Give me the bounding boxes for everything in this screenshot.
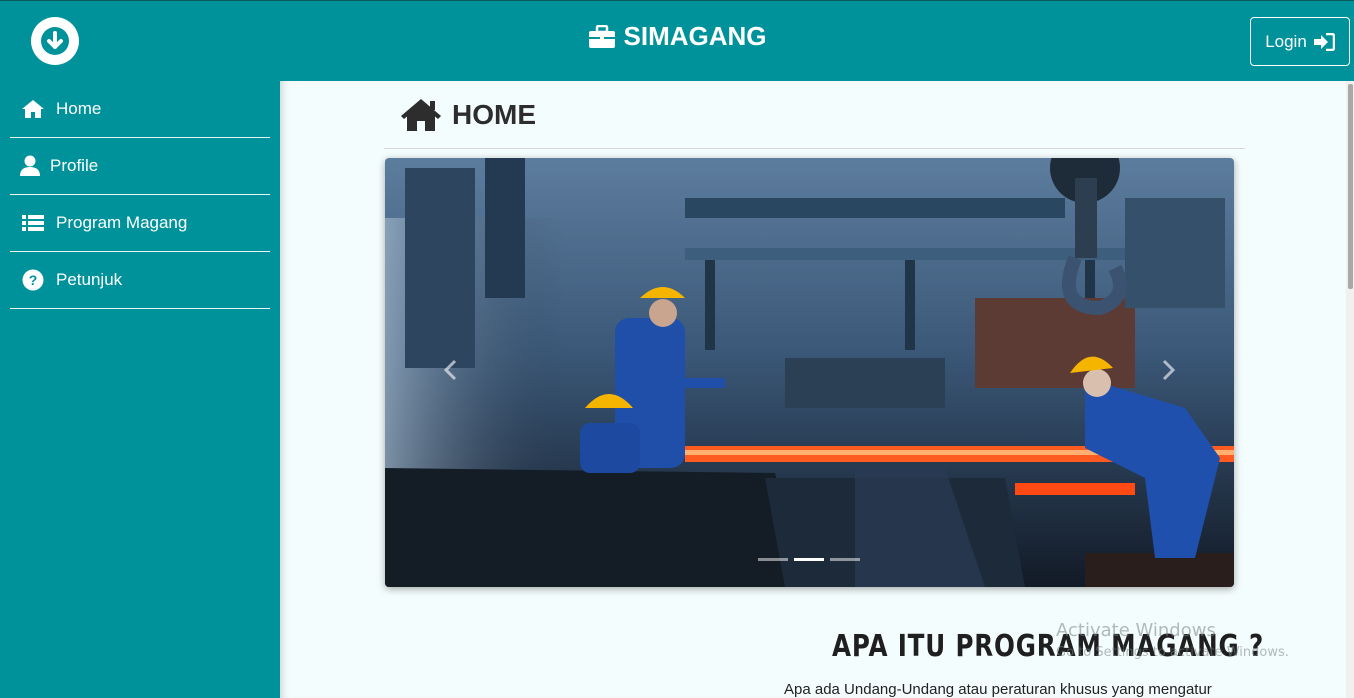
carousel-indicator-3[interactable] xyxy=(830,558,860,561)
home-icon xyxy=(14,99,52,119)
sign-in-icon xyxy=(1313,32,1335,51)
list-icon xyxy=(14,214,52,232)
sidebar-item-petunjuk[interactable]: ? Petunjuk xyxy=(10,252,270,309)
main-content: HOME APA ITU PROGRAM MAGANG ? Apa ada Un… xyxy=(280,81,1346,698)
carousel-slide-image xyxy=(385,158,1234,587)
sidebar-item-home[interactable]: Home xyxy=(10,81,270,138)
carousel-indicator-2[interactable] xyxy=(794,558,824,561)
sidebar-item-program-magang[interactable]: Program Magang xyxy=(10,195,270,252)
image-carousel[interactable] xyxy=(385,158,1234,587)
sidebar: Home Profile Program Magang ? Petunjuk xyxy=(0,81,280,698)
watermark-line1: Activate Windows xyxy=(1056,620,1216,641)
brand-name: SIMAGANG xyxy=(623,21,767,51)
top-navbar: SIMAGANG Login xyxy=(0,0,1354,81)
chevron-left-icon xyxy=(443,359,457,381)
carousel-prev-button[interactable] xyxy=(435,355,465,385)
section-text: Apa ada Undang-Undang atau peraturan khu… xyxy=(784,681,1212,698)
sidebar-item-profile[interactable]: Profile xyxy=(10,138,270,195)
scrollbar-thumb[interactable] xyxy=(1348,84,1353,289)
user-icon xyxy=(14,155,46,177)
app-brand[interactable]: SIMAGANG xyxy=(0,21,1354,52)
carousel-next-button[interactable] xyxy=(1154,355,1184,385)
question-circle-icon: ? xyxy=(14,269,52,291)
briefcase-icon xyxy=(588,24,615,48)
sidebar-item-label: Program Magang xyxy=(56,213,188,232)
sidebar-item-label: Home xyxy=(56,99,102,118)
page-title: HOME xyxy=(452,99,536,130)
sidebar-item-label: Profile xyxy=(50,156,99,175)
activate-windows-watermark: Activate Windows Go to Settings to activ… xyxy=(1056,620,1289,660)
watermark-line2: Go to Settings to activate Windows. xyxy=(1056,645,1289,660)
login-label: Login xyxy=(1265,31,1307,51)
login-button[interactable]: Login xyxy=(1250,17,1350,66)
carousel-indicators xyxy=(758,558,860,561)
home-icon xyxy=(401,99,441,131)
page-header: HOME xyxy=(400,97,536,133)
chevron-right-icon xyxy=(1162,359,1176,381)
sidebar-item-label: Petunjuk xyxy=(56,270,123,289)
header-divider xyxy=(384,148,1245,149)
carousel-indicator-1[interactable] xyxy=(758,558,788,561)
svg-text:?: ? xyxy=(29,272,38,288)
